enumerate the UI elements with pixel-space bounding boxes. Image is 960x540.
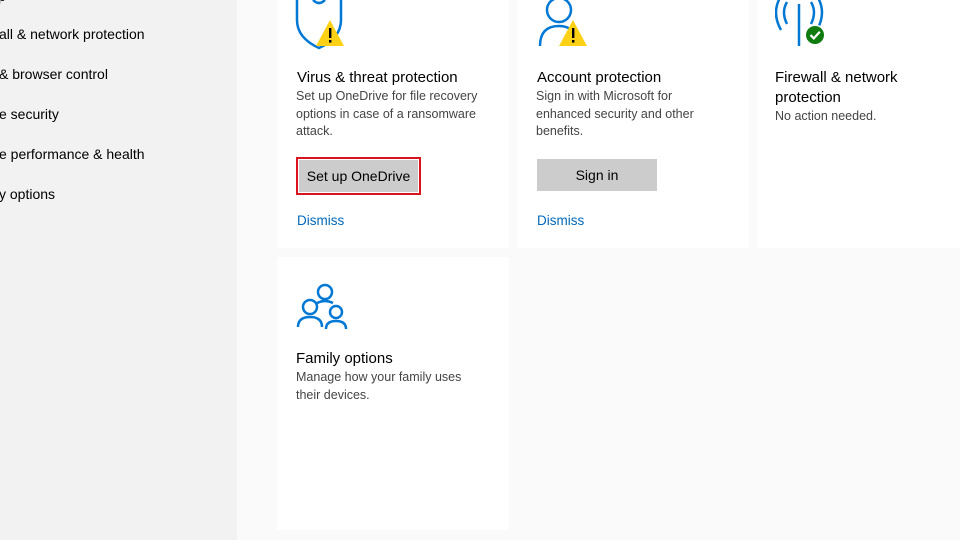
account-protection-card: Account protection Sign in with Microsof… (517, 0, 749, 248)
family-options-card: Family options Manage how your family us… (277, 257, 509, 530)
account-dismiss-link[interactable]: Dismiss (537, 213, 584, 228)
virus-card-description: Set up OneDrive for file recovery option… (296, 89, 478, 138)
firewall-card: Firewall & network protection No action … (757, 0, 960, 248)
virus-threat-card: Virus & threat protection Set up OneDriv… (277, 0, 509, 248)
sidebar-item-device-security[interactable]: e security (0, 106, 59, 122)
virus-dismiss-link[interactable]: Dismiss (297, 213, 344, 228)
virus-card-title: Virus & threat protection (297, 69, 458, 86)
sidebar-item-firewall[interactable]: all & network protection (0, 26, 145, 42)
sidebar-item-family[interactable]: y options (0, 186, 55, 202)
sidebar-item-app-browser[interactable]: & browser control (0, 66, 108, 82)
family-icon (296, 283, 348, 330)
antenna-check-icon (775, 0, 826, 46)
sidebar-item-top[interactable]: p (0, 0, 6, 4)
sign-in-button[interactable]: Sign in (537, 159, 657, 191)
family-card-description: Manage how your family uses their device… (296, 370, 462, 402)
person-warning-icon (538, 0, 587, 47)
shield-warning-icon (295, 0, 344, 50)
sidebar-item-device-performance[interactable]: e performance & health (0, 146, 145, 162)
set-up-onedrive-button[interactable]: Set up OneDrive (296, 157, 421, 195)
family-card-title: Family options (296, 350, 393, 367)
firewall-card-title: Firewall & network protection (775, 69, 898, 106)
account-card-description: Sign in with Microsoft for enhanced secu… (536, 89, 694, 138)
account-card-title: Account protection (537, 69, 662, 86)
main-content: Virus & threat protection Set up OneDriv… (237, 0, 960, 540)
firewall-card-status: No action needed. (775, 109, 877, 123)
navigation-sidebar: p all & network protection & browser con… (0, 0, 237, 540)
